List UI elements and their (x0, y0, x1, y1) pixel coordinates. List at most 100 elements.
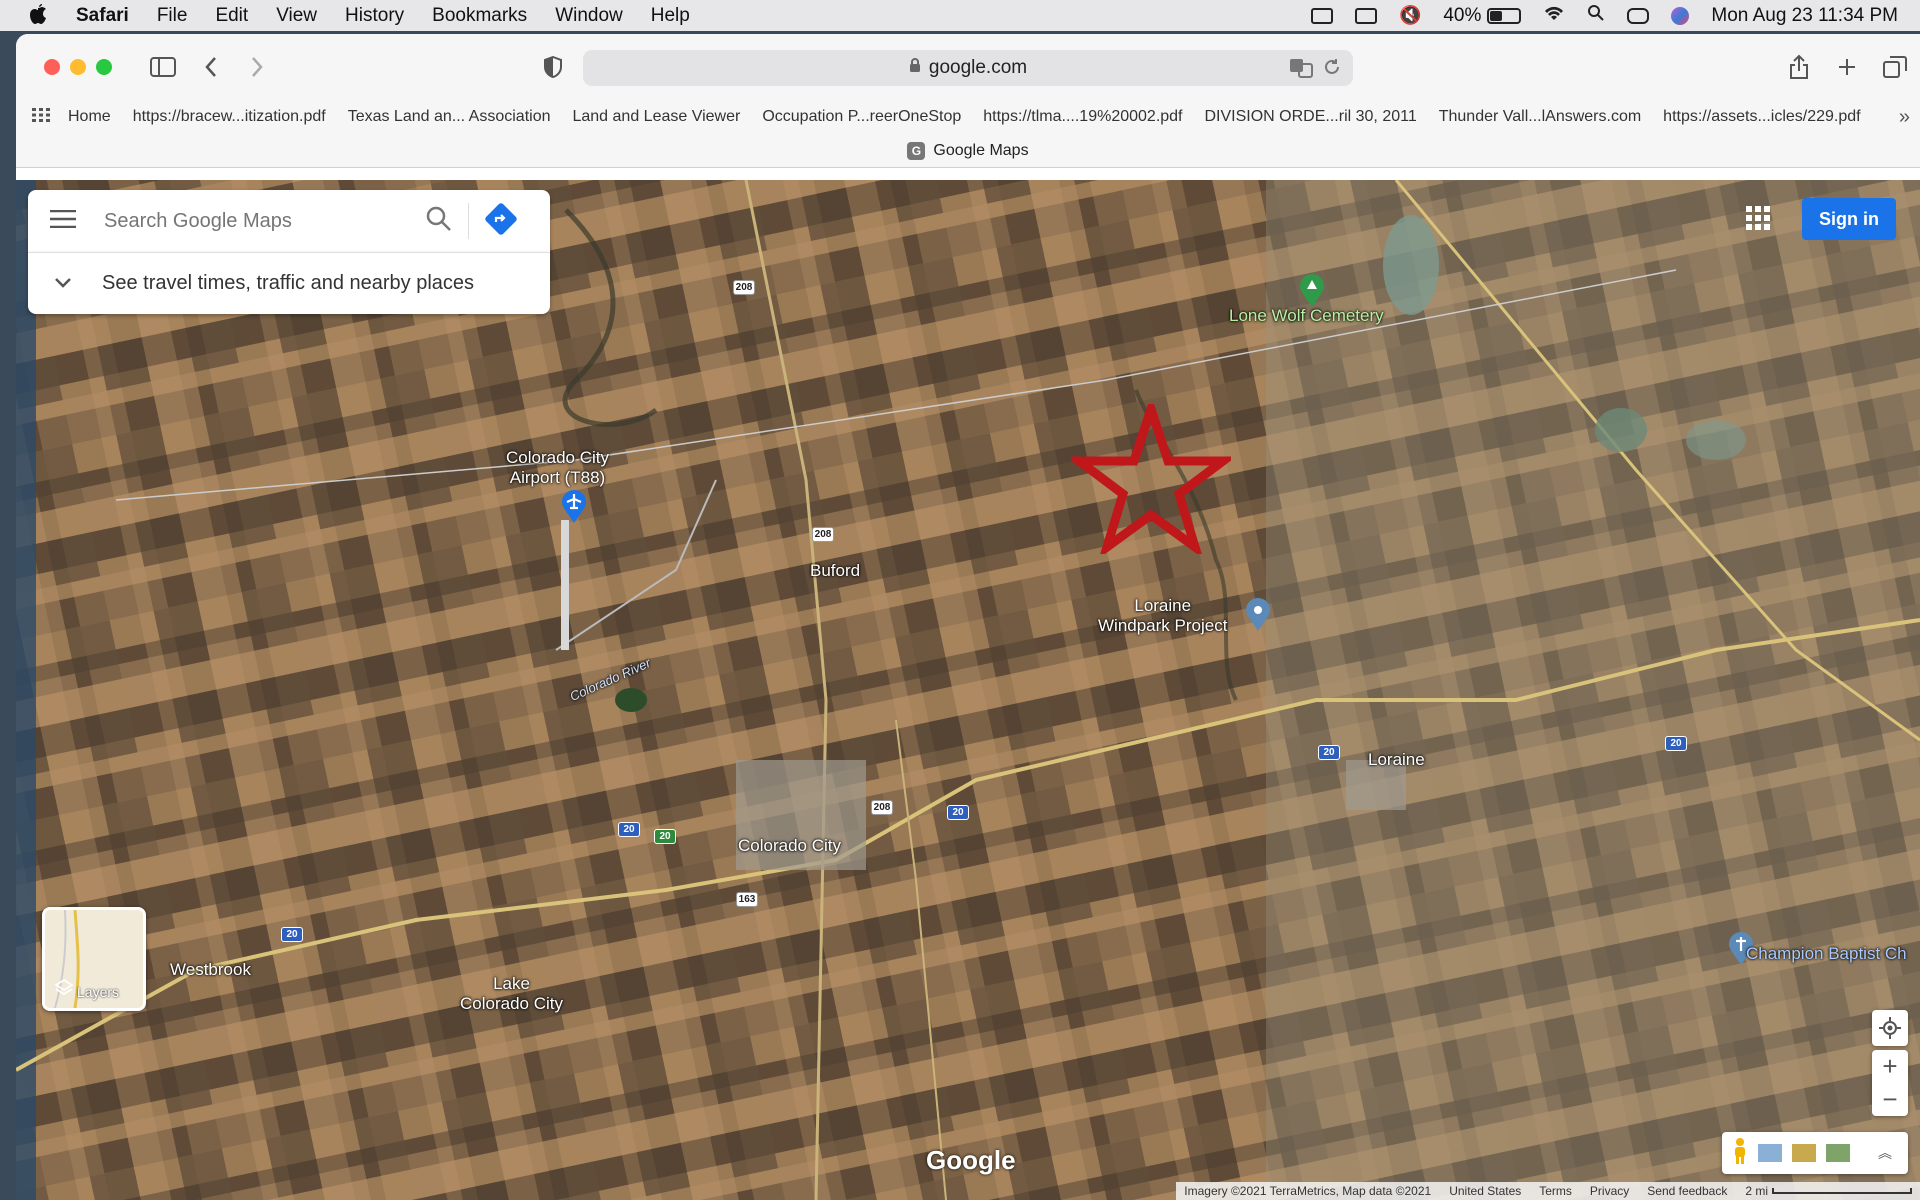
windpark-pin-icon[interactable] (1245, 598, 1271, 637)
directions-icon[interactable] (485, 202, 517, 240)
tab-google-maps[interactable]: G Google Maps (907, 141, 1029, 160)
control-center-icon[interactable] (1627, 7, 1650, 24)
menu-app-name[interactable]: Safari (76, 5, 129, 27)
scale-line (1772, 1188, 1912, 1194)
send-feedback-link[interactable]: Send feedback (1647, 1184, 1727, 1198)
map-search-box (28, 190, 550, 252)
minimize-window-button[interactable] (70, 59, 86, 75)
business-20-shield: 20 (654, 829, 676, 844)
country-link[interactable]: United States (1449, 1184, 1521, 1198)
photo-thumbnail[interactable] (1758, 1144, 1782, 1162)
menu-edit[interactable]: Edit (215, 5, 248, 27)
travel-times-panel[interactable]: See travel times, traffic and nearby pla… (28, 252, 550, 314)
tab-overview-icon[interactable] (1878, 52, 1912, 82)
menu-bookmarks[interactable]: Bookmarks (432, 5, 527, 27)
spotlight-search-icon[interactable] (1587, 4, 1605, 28)
search-icon[interactable] (426, 206, 452, 237)
expand-chevron-icon[interactable]: ︽ (1878, 1143, 1892, 1163)
airport-pin-icon[interactable] (560, 490, 588, 529)
crosshair-icon (1879, 1017, 1901, 1039)
privacy-link[interactable]: Privacy (1590, 1184, 1629, 1198)
google-favicon-icon: G (907, 141, 926, 160)
address-bar[interactable]: google.com (583, 50, 1353, 86)
back-arrow-icon[interactable] (194, 52, 228, 82)
place-loraine-windpark[interactable]: Loraine Windpark Project (1098, 596, 1227, 636)
bookmark-item[interactable]: Texas Land an... Association (348, 108, 551, 126)
satellite-imagery (16, 180, 1920, 1200)
highway-208-shield: 208 (871, 800, 893, 815)
zoom-in-icon[interactable]: + (1882, 1050, 1897, 1083)
tab-title: Google Maps (933, 141, 1029, 159)
place-westbrook[interactable]: Westbrook (170, 960, 251, 980)
bookmark-item[interactable]: https://assets...icles/229.pdf (1663, 108, 1860, 126)
browser-toolbar: google.com (16, 34, 1920, 100)
bookmark-item[interactable]: Occupation P...reerOneStop (762, 108, 961, 126)
layers-toggle[interactable]: Layers (42, 907, 146, 1011)
wifi-icon[interactable] (1543, 5, 1565, 27)
bookmark-item[interactable]: DIVISION ORDE...ril 30, 2011 (1205, 108, 1417, 126)
highway-163-shield: 163 (736, 892, 758, 907)
highway-208-shield: 208 (812, 527, 834, 542)
tab-bar: G Google Maps (16, 134, 1920, 168)
photo-thumbnail[interactable] (1826, 1144, 1850, 1162)
chevron-down-icon[interactable] (54, 272, 72, 295)
zoom-out-icon[interactable]: − (1882, 1083, 1897, 1116)
menu-help[interactable]: Help (651, 5, 690, 27)
bookmark-home[interactable]: Home (68, 108, 111, 126)
place-lone-wolf-cemetery[interactable]: Lone Wolf Cemetery (1229, 306, 1384, 326)
interstate-20-shield: 20 (281, 927, 303, 942)
map-canvas[interactable]: See travel times, traffic and nearby pla… (16, 180, 1920, 1200)
scale-bar[interactable]: 2 mi (1745, 1184, 1912, 1198)
bookmark-item[interactable]: https://tlma....19%20002.pdf (983, 108, 1182, 126)
menu-history[interactable]: History (345, 5, 404, 27)
apps-grid-icon[interactable] (32, 107, 50, 127)
place-lake-colorado-city[interactable]: Lake Colorado City (460, 974, 563, 1014)
more-bookmarks-chevron-icon[interactable]: » (1899, 106, 1910, 129)
siri-icon[interactable] (1671, 6, 1690, 25)
place-loraine[interactable]: Loraine (1368, 750, 1425, 770)
red-star-marker (1071, 404, 1231, 554)
photo-thumbnail[interactable] (1792, 1144, 1816, 1162)
hamburger-menu-icon[interactable] (50, 209, 76, 233)
my-location-button[interactable] (1872, 1010, 1908, 1046)
zoom-controls: + − (1872, 1050, 1908, 1116)
battery-percent: 40% (1443, 4, 1482, 26)
bookmark-item[interactable]: Thunder Vall...lAnswers.com (1439, 108, 1641, 126)
place-buford[interactable]: Buford (810, 561, 860, 581)
display-icon[interactable] (1354, 7, 1377, 24)
menu-view[interactable]: View (276, 5, 317, 27)
imagery-attribution: Imagery ©2021 TerraMetrics, Map data ©20… (1184, 1184, 1432, 1198)
menu-file[interactable]: File (157, 5, 188, 27)
bookmark-item[interactable]: https://bracew...itization.pdf (133, 108, 326, 126)
street-view-imagery-strip: ︽ (1722, 1132, 1908, 1174)
google-apps-icon[interactable] (1746, 206, 1770, 235)
mute-icon[interactable]: 🔇 (1399, 5, 1421, 26)
scale-label: 2 mi (1745, 1184, 1768, 1198)
menubar-clock[interactable]: Mon Aug 23 11:34 PM (1711, 5, 1898, 27)
screen-mirroring-icon[interactable] (1310, 7, 1333, 24)
place-colorado-city[interactable]: Colorado City (738, 836, 841, 856)
close-window-button[interactable] (44, 59, 60, 75)
layers-icon (54, 978, 74, 1000)
interstate-20-shield: 20 (618, 822, 640, 837)
battery-status[interactable]: 40% (1443, 4, 1522, 27)
google-logo: Google (926, 1145, 1016, 1175)
privacy-shield-icon[interactable] (536, 52, 570, 82)
menu-window[interactable]: Window (555, 5, 623, 27)
place-colorado-city-airport[interactable]: Colorado City Airport (T88) (506, 448, 609, 488)
bookmark-item[interactable]: Land and Lease Viewer (572, 108, 740, 126)
bookmarks-bar: Home https://bracew...itization.pdf Texa… (16, 100, 1920, 134)
search-input[interactable] (104, 209, 414, 233)
sign-in-button[interactable]: Sign in (1802, 198, 1896, 240)
sidebar-toggle-icon[interactable] (146, 52, 180, 82)
terms-link[interactable]: Terms (1539, 1184, 1572, 1198)
share-icon[interactable] (1782, 52, 1816, 82)
apple-icon[interactable] (28, 2, 56, 30)
forward-arrow-icon[interactable] (240, 52, 274, 82)
reload-icon[interactable] (1323, 58, 1341, 82)
place-champion-baptist-church[interactable]: Champion Baptist Ch (1746, 944, 1907, 964)
zoom-window-button[interactable] (96, 59, 112, 75)
new-tab-plus-icon[interactable] (1830, 52, 1864, 82)
pegman-icon[interactable] (1732, 1137, 1748, 1170)
translate-icon[interactable] (1289, 58, 1313, 84)
